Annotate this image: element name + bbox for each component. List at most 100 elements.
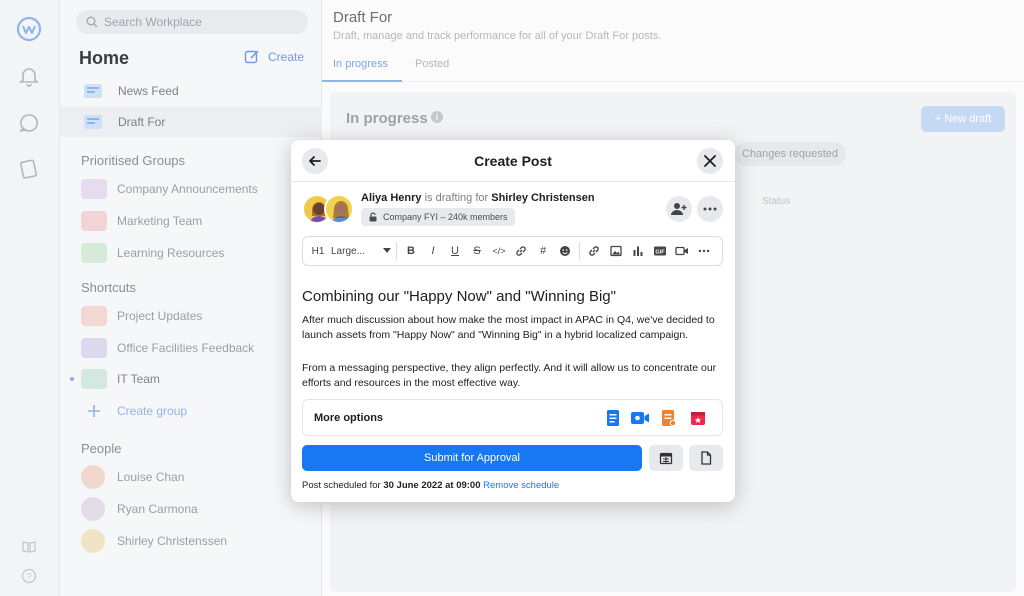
heading-level[interactable]: H1 <box>309 236 327 266</box>
video-button[interactable] <box>671 236 693 266</box>
schedule-prefix: Post scheduled for <box>302 480 381 491</box>
add-person-button[interactable] <box>666 196 692 222</box>
news-feed-icon <box>82 82 104 100</box>
gif-icon: GIF <box>654 246 666 256</box>
group-item-company-announcements[interactable]: Company Announcements <box>60 175 322 203</box>
document-icon[interactable] <box>603 408 623 428</box>
post-heading[interactable]: Combining our "Happy Now" and "Winning B… <box>302 288 616 305</box>
people-heading: People <box>81 441 122 456</box>
emoji-button[interactable] <box>554 236 576 266</box>
schedule-info: Post scheduled for 30 June 2022 at 09:00… <box>302 480 559 491</box>
code-button[interactable]: </> <box>488 236 510 266</box>
avatar <box>81 465 105 489</box>
more-menu-button[interactable] <box>697 196 723 222</box>
attach-link-button[interactable] <box>583 236 605 266</box>
calendar-icon <box>659 452 673 465</box>
create-button[interactable]: Create <box>244 49 304 65</box>
question-icon[interactable]: ? <box>15 562 43 590</box>
shortcut-thumbnail <box>81 338 107 358</box>
audience-selector[interactable]: Company FYI – 240k members <box>361 208 515 226</box>
group-label: Learning Resources <box>117 246 225 260</box>
create-group-link[interactable]: Create group <box>60 397 322 425</box>
group-thumbnail <box>81 243 107 263</box>
shortcut-item-office-facilities[interactable]: Office Facilities Feedback <box>60 334 322 362</box>
more-dots-icon <box>703 207 717 211</box>
bold-button[interactable]: B <box>400 236 422 266</box>
italic-button[interactable]: I <box>422 236 444 266</box>
drafting-text: is drafting for <box>424 192 489 204</box>
live-video-icon[interactable] <box>630 408 650 428</box>
text-size-select[interactable]: Large... <box>327 236 381 266</box>
avatar <box>81 497 105 521</box>
poll-button[interactable] <box>627 236 649 266</box>
strikethrough-button[interactable]: S <box>466 236 488 266</box>
search-input[interactable]: Search Workplace <box>76 10 308 34</box>
remove-schedule-link[interactable]: Remove schedule <box>483 480 559 491</box>
avatar <box>324 194 354 224</box>
create-group-label: Create group <box>117 404 188 418</box>
emoji-icon <box>560 246 570 256</box>
help-book-icon[interactable] <box>15 533 43 561</box>
svg-text:GIF: GIF <box>655 250 665 256</box>
draft-for-icon <box>82 113 104 131</box>
target-name[interactable]: Shirley Christensen <box>491 192 594 204</box>
create-post-dialog: Create Post Aliya Henry is drafting for … <box>291 140 735 502</box>
link-button[interactable] <box>510 236 532 266</box>
book-icon[interactable] <box>15 155 43 183</box>
person-item-shirley-christenssen[interactable]: Shirley Christenssen <box>60 527 322 555</box>
more-options-bar: More options <box>302 399 723 436</box>
schedule-button[interactable] <box>649 445 683 471</box>
tab-posted[interactable]: Posted <box>415 58 449 70</box>
workplace-logo-icon[interactable] <box>15 15 43 43</box>
group-label: Marketing Team <box>117 214 203 228</box>
sidebar: Search Workplace Home Create News Feed D… <box>60 0 322 596</box>
active-tab-indicator <box>322 80 402 82</box>
group-label: Company Announcements <box>117 182 258 196</box>
sidebar-title: Home <box>79 48 130 68</box>
group-item-learning-resources[interactable]: Learning Resources <box>60 239 322 267</box>
shortcut-thumbnail <box>81 369 107 389</box>
shortcut-label: Office Facilities Feedback <box>117 341 255 355</box>
tab-in-progress[interactable]: In progress <box>333 58 388 70</box>
gif-button[interactable]: GIF <box>649 236 671 266</box>
sidebar-item-news-feed[interactable]: News Feed <box>60 76 322 106</box>
chat-icon[interactable] <box>15 109 43 137</box>
form-icon[interactable] <box>659 408 679 428</box>
info-icon[interactable]: i <box>431 111 443 123</box>
post-paragraph[interactable]: From a messaging perspective, they align… <box>302 361 722 391</box>
plus-icon <box>81 401 107 421</box>
underline-button[interactable]: U <box>444 236 466 266</box>
more-tools-button[interactable] <box>693 236 715 266</box>
group-thumbnail <box>81 211 107 231</box>
person-label: Louise Chan <box>117 470 185 484</box>
sidebar-item-draft-for[interactable]: Draft For <box>60 107 322 137</box>
group-item-marketing-team[interactable]: Marketing Team <box>60 207 322 235</box>
submit-for-approval-button[interactable]: Submit for Approval <box>302 445 642 471</box>
author-name[interactable]: Aliya Henry <box>361 192 422 204</box>
sidebar-item-label: Draft For <box>118 115 166 129</box>
person-item-ryan-carmona[interactable]: Ryan Carmona <box>60 495 322 523</box>
person-item-louise-chan[interactable]: Louise Chan <box>60 463 322 491</box>
filter-chip-changes-requested[interactable]: Changes requested <box>734 142 847 166</box>
dialog-title: Create Post <box>474 153 552 169</box>
event-icon[interactable] <box>688 408 708 428</box>
image-button[interactable] <box>605 236 627 266</box>
shortcut-item-it-team[interactable]: IT Team <box>60 365 322 393</box>
toolbar-divider <box>579 242 580 260</box>
post-paragraph[interactable]: After much discussion about how make the… <box>302 313 722 343</box>
save-draft-button[interactable] <box>689 445 723 471</box>
hashtag-button[interactable]: # <box>532 236 554 266</box>
tab-bar: In progress Posted <box>322 50 1024 82</box>
shortcut-item-project-updates[interactable]: Project Updates <box>60 302 322 330</box>
close-button[interactable] <box>697 148 723 174</box>
more-dots-icon <box>698 249 710 253</box>
compose-icon <box>244 50 259 64</box>
author-avatars <box>302 194 354 224</box>
lock-icon <box>369 212 377 222</box>
search-placeholder: Search Workplace <box>104 15 202 29</box>
new-draft-button[interactable]: + New draft <box>921 106 1005 132</box>
file-icon <box>701 451 712 465</box>
more-options-label: More options <box>314 412 384 424</box>
bell-icon[interactable] <box>15 62 43 90</box>
chevron-down-icon[interactable] <box>381 236 393 266</box>
